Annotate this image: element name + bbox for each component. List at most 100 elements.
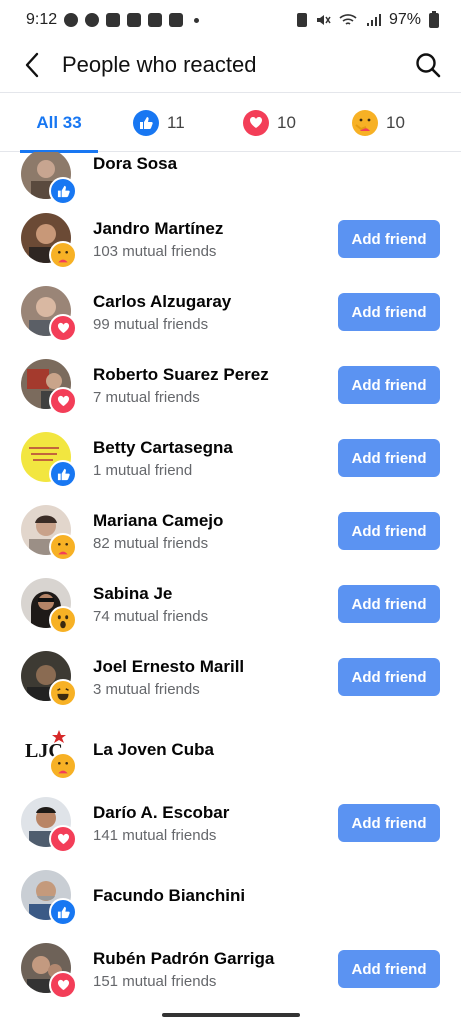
add-friend-button[interactable]: Add friend (338, 439, 440, 477)
wifi-icon (339, 14, 357, 25)
add-friend-button[interactable]: Add friend (338, 804, 440, 842)
person-name[interactable]: Dora Sosa (93, 154, 177, 174)
nfc-icon (296, 13, 307, 27)
back-arrow-icon (25, 52, 39, 78)
status-bar: 9:12 97% (0, 0, 461, 40)
mutual-friends: 74 mutual friends (93, 608, 209, 625)
list-item[interactable]: Sabina Je 74 mutual friends Add friend (0, 578, 461, 651)
wow-reaction-icon (49, 606, 77, 634)
like-reaction-icon (49, 898, 77, 926)
mutual-friends: 141 mutual friends (93, 827, 217, 844)
signal-icon (366, 14, 381, 26)
avatar (21, 286, 77, 342)
add-friend-button[interactable]: Add friend (338, 220, 440, 258)
avatar (21, 797, 77, 853)
list-item[interactable]: Betty Cartasegna 1 mutual friend Add fri… (0, 432, 461, 505)
instagram-icon (148, 13, 163, 27)
person-name[interactable]: Darío A. Escobar (93, 803, 229, 823)
love-icon (243, 109, 269, 136)
list-item[interactable]: Mariana Camejo 82 mutual friends Add fri… (0, 505, 461, 578)
person-name[interactable]: Sabina Je (93, 584, 172, 604)
tab-all[interactable]: All 33 (20, 93, 98, 153)
avatar (21, 943, 77, 999)
tab-like-count: 11 (167, 112, 185, 132)
mutual-friends: 3 mutual friends (93, 681, 200, 698)
like-reaction-icon (49, 177, 77, 205)
like-reaction-icon (49, 460, 77, 488)
person-name[interactable]: La Joven Cuba (93, 740, 214, 760)
like-icon (133, 109, 159, 136)
tab-like[interactable]: 11 (133, 93, 185, 152)
mutual-friends: 1 mutual friend (93, 462, 193, 479)
list-item[interactable]: Facundo Bianchini (0, 870, 461, 943)
person-name[interactable]: Carlos Alzugaray (93, 292, 231, 312)
page-title: People who reacted (62, 52, 257, 77)
person-name[interactable]: Mariana Camejo (93, 511, 223, 531)
list-item[interactable]: Rubén Padrón Garriga 151 mutual friends … (0, 943, 461, 1007)
battery-icon (429, 10, 439, 28)
gallery-icon (127, 13, 142, 27)
list-item[interactable]: Jandro Martínez 103 mutual friends Add f… (0, 213, 461, 286)
add-friend-button[interactable]: Add friend (338, 366, 440, 404)
add-friend-button[interactable]: Add friend (338, 585, 440, 623)
tab-all-label: All 33 (36, 112, 82, 132)
more-notifications-icon (194, 17, 200, 23)
list-item[interactable]: Dora Sosa (0, 152, 461, 222)
care-reaction-icon (49, 533, 77, 561)
avatar: LJC (21, 724, 77, 780)
list-item[interactable]: Joel Ernesto Marill 3 mutual friends Add… (0, 651, 461, 724)
mute-icon (316, 15, 331, 25)
avatar (21, 432, 77, 488)
status-left: 9:12 (26, 11, 200, 29)
person-name[interactable]: Jandro Martínez (93, 219, 223, 239)
care-icon (352, 109, 378, 136)
love-reaction-icon (49, 971, 77, 999)
tab-care-count: 10 (386, 112, 405, 132)
mutual-friends: 103 mutual friends (93, 243, 217, 260)
person-name[interactable]: Rubén Padrón Garriga (93, 949, 274, 969)
person-name[interactable]: Betty Cartasegna (93, 438, 233, 458)
avatar (21, 213, 77, 269)
avatar (21, 152, 77, 205)
love-reaction-icon (49, 314, 77, 342)
tab-love-count: 10 (277, 112, 296, 132)
mutual-friends: 82 mutual friends (93, 535, 209, 552)
love-reaction-icon (49, 825, 77, 853)
list-item[interactable]: Carlos Alzugaray 99 mutual friends Add f… (0, 286, 461, 359)
list-item[interactable]: LJC La Joven Cuba (0, 724, 461, 797)
people-list: Dora Sosa Jandro Martínez 103 mutual fri… (0, 152, 461, 1007)
person-name[interactable]: Roberto Suarez Perez (93, 365, 269, 385)
add-friend-button[interactable]: Add friend (338, 950, 440, 988)
mutual-friends: 99 mutual friends (93, 316, 209, 333)
battery-percent: 97% (388, 11, 421, 28)
love-reaction-icon (49, 387, 77, 415)
search-icon (416, 53, 441, 78)
status-right: 97% (296, 10, 439, 29)
mutual-friends: 7 mutual friends (93, 389, 200, 406)
search-button[interactable] (413, 50, 443, 80)
list-item[interactable]: Roberto Suarez Perez 7 mutual friends Ad… (0, 359, 461, 432)
reaction-tabs: All 33 11 10 10 (0, 92, 461, 153)
person-name[interactable]: Joel Ernesto Marill (93, 657, 244, 677)
haha-reaction-icon (49, 679, 77, 707)
status-time: 9:12 (26, 11, 58, 28)
care-reaction-icon (49, 752, 77, 780)
avatar (21, 359, 77, 415)
back-button[interactable] (18, 50, 46, 80)
tab-love[interactable]: 10 (243, 93, 296, 152)
add-friend-button[interactable]: Add friend (338, 512, 440, 550)
tab-care[interactable]: 10 (352, 93, 405, 152)
header: People who reacted (0, 40, 461, 90)
news-icon (169, 13, 184, 27)
home-handle[interactable] (161, 1013, 300, 1017)
mutual-friends: 151 mutual friends (93, 973, 217, 990)
avatar (21, 870, 77, 926)
avatar (21, 651, 77, 707)
add-friend-button[interactable]: Add friend (338, 293, 440, 331)
list-item[interactable]: Darío A. Escobar 141 mutual friends Add … (0, 797, 461, 870)
whatsapp-icon (85, 13, 100, 27)
navigation-bar (0, 1006, 461, 1024)
messenger-icon (64, 13, 79, 27)
person-name[interactable]: Facundo Bianchini (93, 886, 245, 906)
add-friend-button[interactable]: Add friend (338, 658, 440, 696)
